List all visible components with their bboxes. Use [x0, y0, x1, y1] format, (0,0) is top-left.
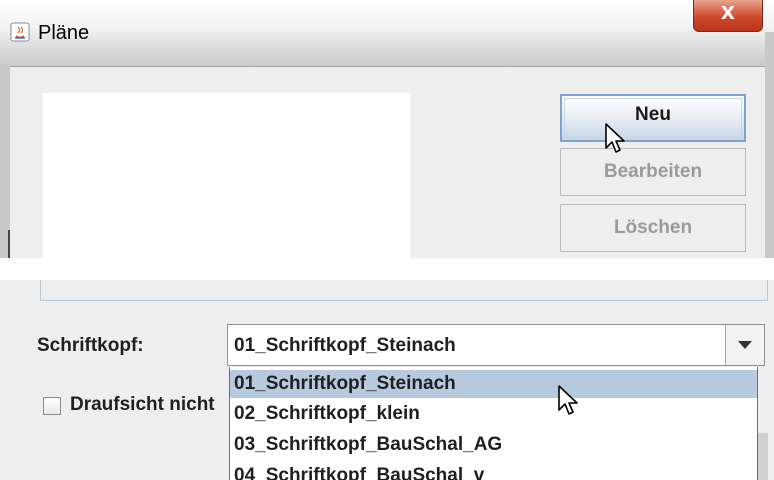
panel-border — [40, 280, 768, 301]
edit-button[interactable]: Bearbeiten — [560, 148, 746, 196]
edit-button-label: Bearbeiten — [603, 161, 703, 182]
schriftkopf-label: Schriftkopf: — [37, 335, 144, 356]
new-button[interactable]: Neu — [560, 94, 746, 142]
frame-line — [8, 230, 10, 258]
close-icon: X — [721, 3, 735, 24]
dropdown-option[interactable]: 01_Schriftkopf_Steinach — [230, 370, 757, 398]
plan-list[interactable] — [43, 93, 410, 258]
mouse-cursor-icon — [558, 385, 578, 415]
draufsicht-checkbox[interactable] — [43, 397, 61, 415]
window-frame-right — [765, 32, 774, 258]
new-button-label: Neu — [635, 104, 671, 125]
dropdown-option[interactable]: 02_Schriftkopf_klein — [230, 400, 757, 428]
java-app-icon — [10, 22, 30, 42]
mouse-cursor-icon — [605, 123, 625, 153]
plaene-dialog: Pläne X Neu Bearbeiten Löschen — [0, 0, 774, 258]
delete-button-label: Löschen — [613, 217, 693, 238]
window-title: Pläne — [38, 22, 90, 44]
combobox-arrow-button[interactable] — [725, 325, 764, 365]
schriftkopf-selected-value: 01_Schriftkopf_Steinach — [234, 335, 456, 356]
dropdown-option[interactable]: 04_Schriftkopf_BauSchal_v — [230, 462, 757, 480]
schriftkopf-combobox[interactable]: 01_Schriftkopf_Steinach — [227, 324, 765, 366]
draufsicht-checkbox-label[interactable]: Draufsicht nicht — [70, 394, 215, 416]
delete-button[interactable]: Löschen — [560, 204, 746, 252]
close-button[interactable]: X — [693, 0, 763, 32]
chevron-down-icon — [738, 341, 752, 349]
schriftkopf-dropdown-list[interactable]: 01_Schriftkopf_Steinach 02_Schriftkopf_k… — [229, 367, 758, 480]
schriftkopf-panel: Schriftkopf: 01_Schriftkopf_Steinach Dra… — [0, 280, 774, 480]
dropdown-option[interactable]: 03_Schriftkopf_BauSchal_AG — [230, 431, 757, 459]
title-bar[interactable]: Pläne — [0, 0, 774, 66]
